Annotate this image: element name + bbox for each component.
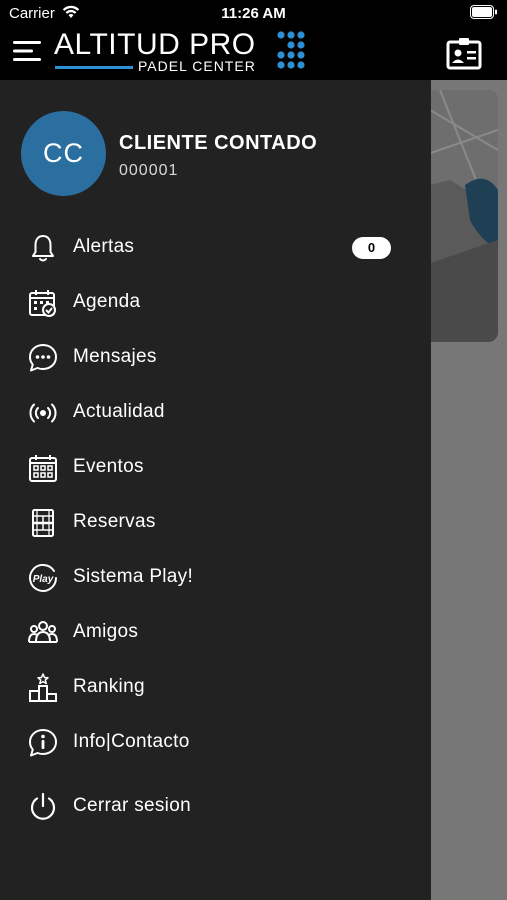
menu-item-label: Cerrar sesion (73, 795, 191, 816)
id-card-icon[interactable] (446, 36, 482, 70)
battery-icon (470, 5, 497, 19)
podium-icon (29, 673, 57, 702)
power-icon (30, 792, 56, 820)
menu-item-mensajes[interactable]: Mensajes (0, 333, 431, 381)
calendar-check-icon (29, 290, 56, 317)
menu-item-label: Eventos (73, 456, 144, 477)
logo-underline (55, 66, 133, 69)
logo-subtitle: PADEL CENTER (138, 58, 256, 74)
user-id: 000001 (119, 162, 179, 179)
status-time: 11:26 AM (221, 5, 286, 22)
bell-icon (32, 235, 54, 262)
menu-item-sistema-play[interactable]: Play Sistema Play! (0, 553, 431, 601)
menu-item-label: Reservas (73, 511, 156, 532)
menu-item-alertas[interactable]: Alertas 0 (0, 223, 431, 271)
status-bar: Carrier 11:26 AM (0, 0, 507, 28)
chat-bubble-icon (29, 344, 57, 372)
menu-item-reservas[interactable]: Reservas (0, 498, 431, 546)
menu-item-agenda[interactable]: Agenda (0, 278, 431, 326)
altitud-pro-logo: ALTITUD PRO PADEL CENTER (54, 28, 310, 78)
friends-icon (28, 621, 58, 643)
menu-item-label: Agenda (73, 291, 141, 312)
menu-item-actualidad[interactable]: Actualidad (0, 388, 431, 436)
svg-text:Play: Play (33, 574, 54, 585)
side-drawer: CC CLIENTE CONTADO 000001 Alertas 0 Agen… (0, 80, 431, 900)
menu-item-label: Amigos (73, 621, 139, 642)
user-name: CLIENTE CONTADO (119, 132, 318, 154)
menu-item-label: Info|Contacto (73, 731, 190, 752)
menu-item-label: Sistema Play! (73, 566, 194, 587)
menu-item-label: Actualidad (73, 401, 165, 422)
broadcast-icon (29, 403, 57, 423)
avatar-initials: CC (43, 138, 84, 168)
menu-item-ranking[interactable]: Ranking (0, 663, 431, 711)
play-badge-icon: Play (29, 563, 57, 592)
alerts-count-badge: 0 (352, 237, 391, 259)
menu-item-amigos[interactable]: Amigos (0, 608, 431, 656)
avatar[interactable]: CC (21, 111, 106, 196)
menu-item-label: Ranking (73, 676, 145, 697)
info-chat-icon (29, 729, 57, 757)
app-header: ALTITUD PRO PADEL CENTER (0, 28, 507, 80)
logo-dots-icon (277, 31, 305, 69)
logo-title: ALTITUD PRO (54, 28, 256, 61)
menu-item-label: Alertas (73, 236, 135, 257)
court-icon (32, 509, 54, 537)
menu-item-cerrar-sesion[interactable]: Cerrar sesion (0, 782, 431, 830)
menu-item-eventos[interactable]: Eventos (0, 443, 431, 491)
hamburger-menu-icon[interactable] (13, 40, 43, 62)
menu-item-info-contacto[interactable]: Info|Contacto (0, 718, 431, 766)
menu-item-label: Mensajes (73, 346, 157, 367)
calendar-grid-icon (29, 455, 57, 482)
